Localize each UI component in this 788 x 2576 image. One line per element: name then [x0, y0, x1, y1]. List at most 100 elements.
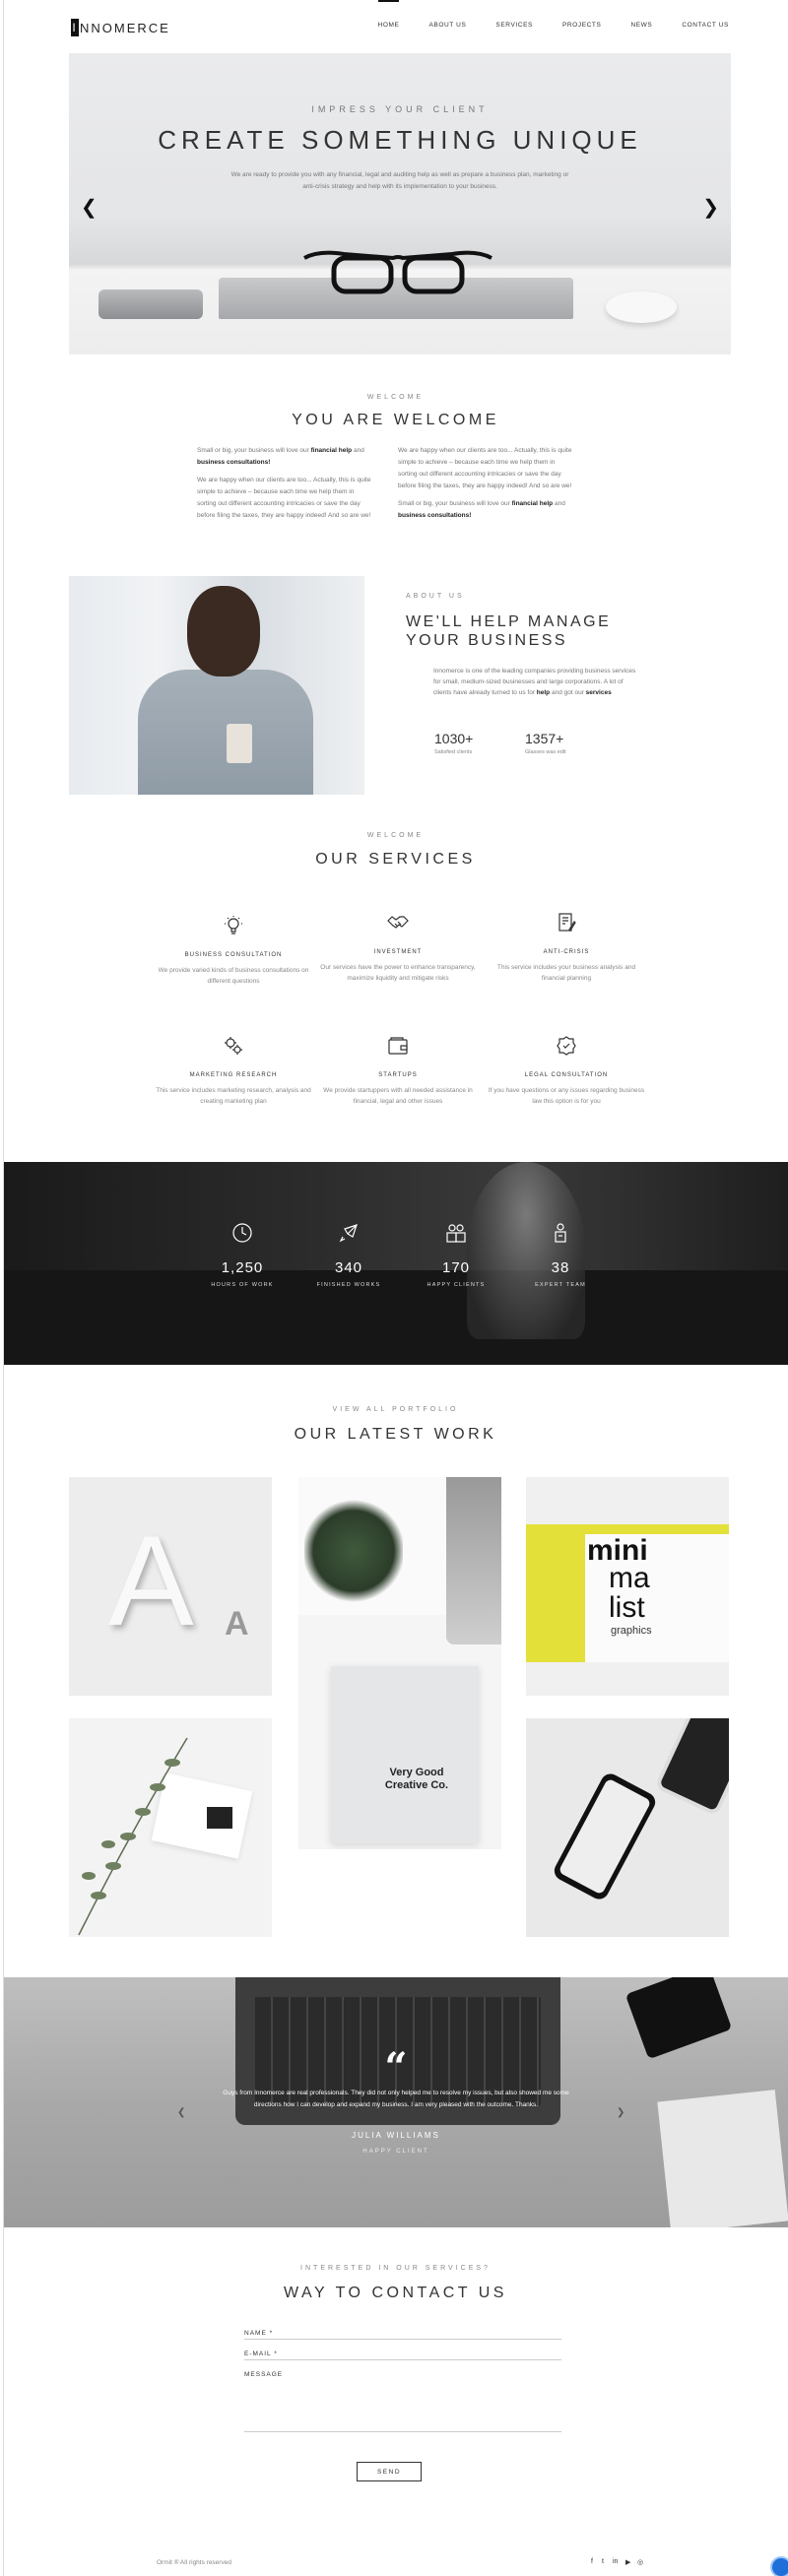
person-body-shape	[138, 670, 313, 795]
service-text: We provide varied kinds of business cons…	[158, 967, 309, 985]
message-field[interactable]	[244, 2369, 561, 2432]
hero-phone-image	[98, 290, 203, 319]
quote-icon: “	[384, 2044, 408, 2091]
portfolio-tile-phones[interactable]	[526, 1718, 729, 1937]
hero-glasses-image	[303, 250, 492, 294]
linkedin-icon[interactable]: in	[613, 2558, 618, 2565]
hero-mouse-image	[606, 291, 677, 323]
nav-home[interactable]: HOME	[377, 0, 400, 29]
hero-eyebrow: IMPRESS YOUR CLIENT	[311, 104, 489, 114]
email-field[interactable]	[244, 2349, 561, 2360]
welcome-title: YOU ARE WELCOME	[292, 412, 499, 428]
counter-label: HOURS OF WORK	[211, 1282, 274, 1288]
service-text: This service includes your business anal…	[496, 964, 636, 982]
testimonial-next-icon[interactable]: ❯	[617, 2107, 624, 2118]
counter-hours: 1,250 HOURS OF WORK	[188, 1221, 296, 1288]
service-investment[interactable]: INVESTMENT Our services have the power t…	[319, 911, 477, 984]
service-business-consultation[interactable]: BUSINESS CONSULTATION We provide varied …	[155, 914, 312, 987]
portfolio-eyebrow[interactable]: VIEW ALL PORTFOLIO	[4, 1406, 787, 1413]
name-field[interactable]	[244, 2328, 561, 2340]
nav-projects[interactable]: PROJECTS	[562, 22, 601, 29]
list-text: list	[609, 1591, 645, 1624]
counter-number: 1,250	[221, 1259, 264, 1276]
hero-slider: IMPRESS YOUR CLIENT CREATE SOMETHING UNI…	[69, 53, 731, 354]
hero-text: We are ready to provide you with any fin…	[230, 171, 569, 190]
logo-mark: I	[71, 19, 79, 36]
welcome-left-p2: We are happy when our clients are too...…	[197, 477, 371, 519]
counter-number: 340	[334, 1259, 363, 1276]
site-header: I NNOMERCE HOME ABOUT US SERVICES PROJEC…	[4, 0, 788, 53]
dribbble-icon[interactable]: ◎	[637, 2558, 643, 2566]
service-title: INVESTMENT	[373, 949, 423, 955]
service-startups[interactable]: STARTUPS We provide startuppers with all…	[319, 1034, 477, 1107]
chat-bubble-icon[interactable]	[770, 2556, 788, 2576]
rocket-icon	[339, 1224, 358, 1243]
handshake-icon	[387, 916, 409, 929]
welcome-right-p2: Small or big, your business will love ou…	[398, 500, 565, 519]
counter-label: EXPERT TEAM	[535, 1282, 586, 1288]
service-text: Our services have the power to enhance t…	[320, 964, 476, 982]
legal-badge-icon	[557, 1036, 576, 1056]
service-anti-crisis[interactable]: ANTI-CRISIS This service includes your b…	[488, 911, 645, 984]
welcome-right-p1: We are happy when our clients are too...…	[398, 447, 572, 489]
nav-contact-us[interactable]: CONTACT US	[682, 22, 729, 29]
eucalyptus-branch-shape	[78, 1737, 232, 1936]
lightbulb-icon	[225, 916, 242, 934]
main-nav: HOME ABOUT US SERVICES PROJECTS NEWS CON…	[377, 0, 729, 29]
creative-card-shape	[331, 1666, 479, 1843]
facebook-icon[interactable]: f	[591, 2558, 593, 2565]
service-text: We provide startuppers with all needed a…	[323, 1087, 473, 1105]
stat-number: 1030+	[434, 731, 474, 746]
gears-icon	[225, 1037, 242, 1055]
service-title: STARTUPS	[378, 1072, 418, 1078]
coffee-cup-shape	[227, 724, 252, 763]
testimonial-section: “ Guys from Innomerce are real professio…	[4, 1977, 788, 2227]
service-marketing-research[interactable]: MARKETING RESEARCH This service includes…	[155, 1034, 312, 1107]
service-title: MARKETING RESEARCH	[189, 1072, 278, 1078]
welcome-column-right: We are happy when our clients are too...…	[398, 445, 575, 528]
services-eyebrow: WELCOME	[366, 832, 425, 839]
portfolio-tile-creative[interactable]: Very Good Creative Co.	[298, 1477, 501, 1849]
about-text: Innomerce is one of the leading companie…	[433, 668, 636, 696]
slider-prev-icon[interactable]: ❮	[81, 195, 98, 220]
nav-services[interactable]: SERVICES	[495, 22, 533, 29]
slider-next-icon[interactable]: ❯	[702, 195, 719, 220]
counter-number: 38	[551, 1259, 570, 1276]
testimonial-name: JULIA WILLIAMS	[352, 2131, 440, 2140]
notebook-shape	[657, 2090, 788, 2227]
nav-about-us[interactable]: ABOUT US	[428, 22, 466, 29]
testimonial-quote: Guys from Innomerce are real professiona…	[223, 2090, 569, 2108]
testimonial-prev-icon[interactable]: ❮	[177, 2107, 185, 2118]
welcome-column-left: Small or big, your business will love ou…	[197, 445, 374, 528]
testimonial-role: HAPPY CLIENT	[362, 2149, 429, 2155]
stat-glasses: 1357+ Glasses was edit	[525, 731, 566, 755]
service-legal-consultation[interactable]: LEGAL CONSULTATION If you have questions…	[488, 1034, 645, 1107]
about-title-line2: YOUR BUSINESS	[406, 632, 568, 649]
graphics-text: graphics	[611, 1625, 652, 1637]
portfolio-tile-branch[interactable]	[69, 1718, 272, 1937]
letter-a-large-shape: A	[108, 1509, 194, 1652]
document-pen-icon	[558, 913, 576, 932]
hero-title: CREATE SOMETHING UNIQUE	[158, 125, 642, 155]
send-button[interactable]: SEND	[357, 2462, 422, 2481]
plant-shape	[304, 1497, 403, 1605]
stat-number: 1357+	[525, 731, 564, 746]
counter-number: 170	[441, 1259, 471, 1276]
ma-text: ma	[609, 1562, 650, 1594]
logo[interactable]: I NNOMERCE	[71, 19, 170, 36]
service-text: If you have questions or any issues rega…	[488, 1087, 645, 1105]
very-good-text: Very Good Creative Co.	[384, 1767, 449, 1791]
counter-finished-works: 340 FINISHED WORKS	[295, 1221, 403, 1288]
service-title: BUSINESS CONSULTATION	[184, 952, 283, 958]
contact-title: WAY TO CONTACT US	[284, 2285, 507, 2301]
counter-label: HAPPY CLIENTS	[427, 1282, 486, 1288]
nav-news[interactable]: NEWS	[630, 22, 652, 29]
team-icon	[446, 1224, 466, 1243]
portfolio-tile-minimal[interactable]: mini ma list graphics	[526, 1477, 729, 1696]
about-photo	[69, 576, 364, 795]
service-text: This service includes marketing research…	[156, 1087, 311, 1105]
page: I NNOMERCE HOME ABOUT US SERVICES PROJEC…	[3, 0, 788, 2576]
twitter-icon[interactable]: t	[602, 2558, 604, 2565]
portfolio-tile-typography[interactable]: A A	[69, 1477, 272, 1696]
youtube-icon[interactable]: ▶	[625, 2558, 630, 2566]
